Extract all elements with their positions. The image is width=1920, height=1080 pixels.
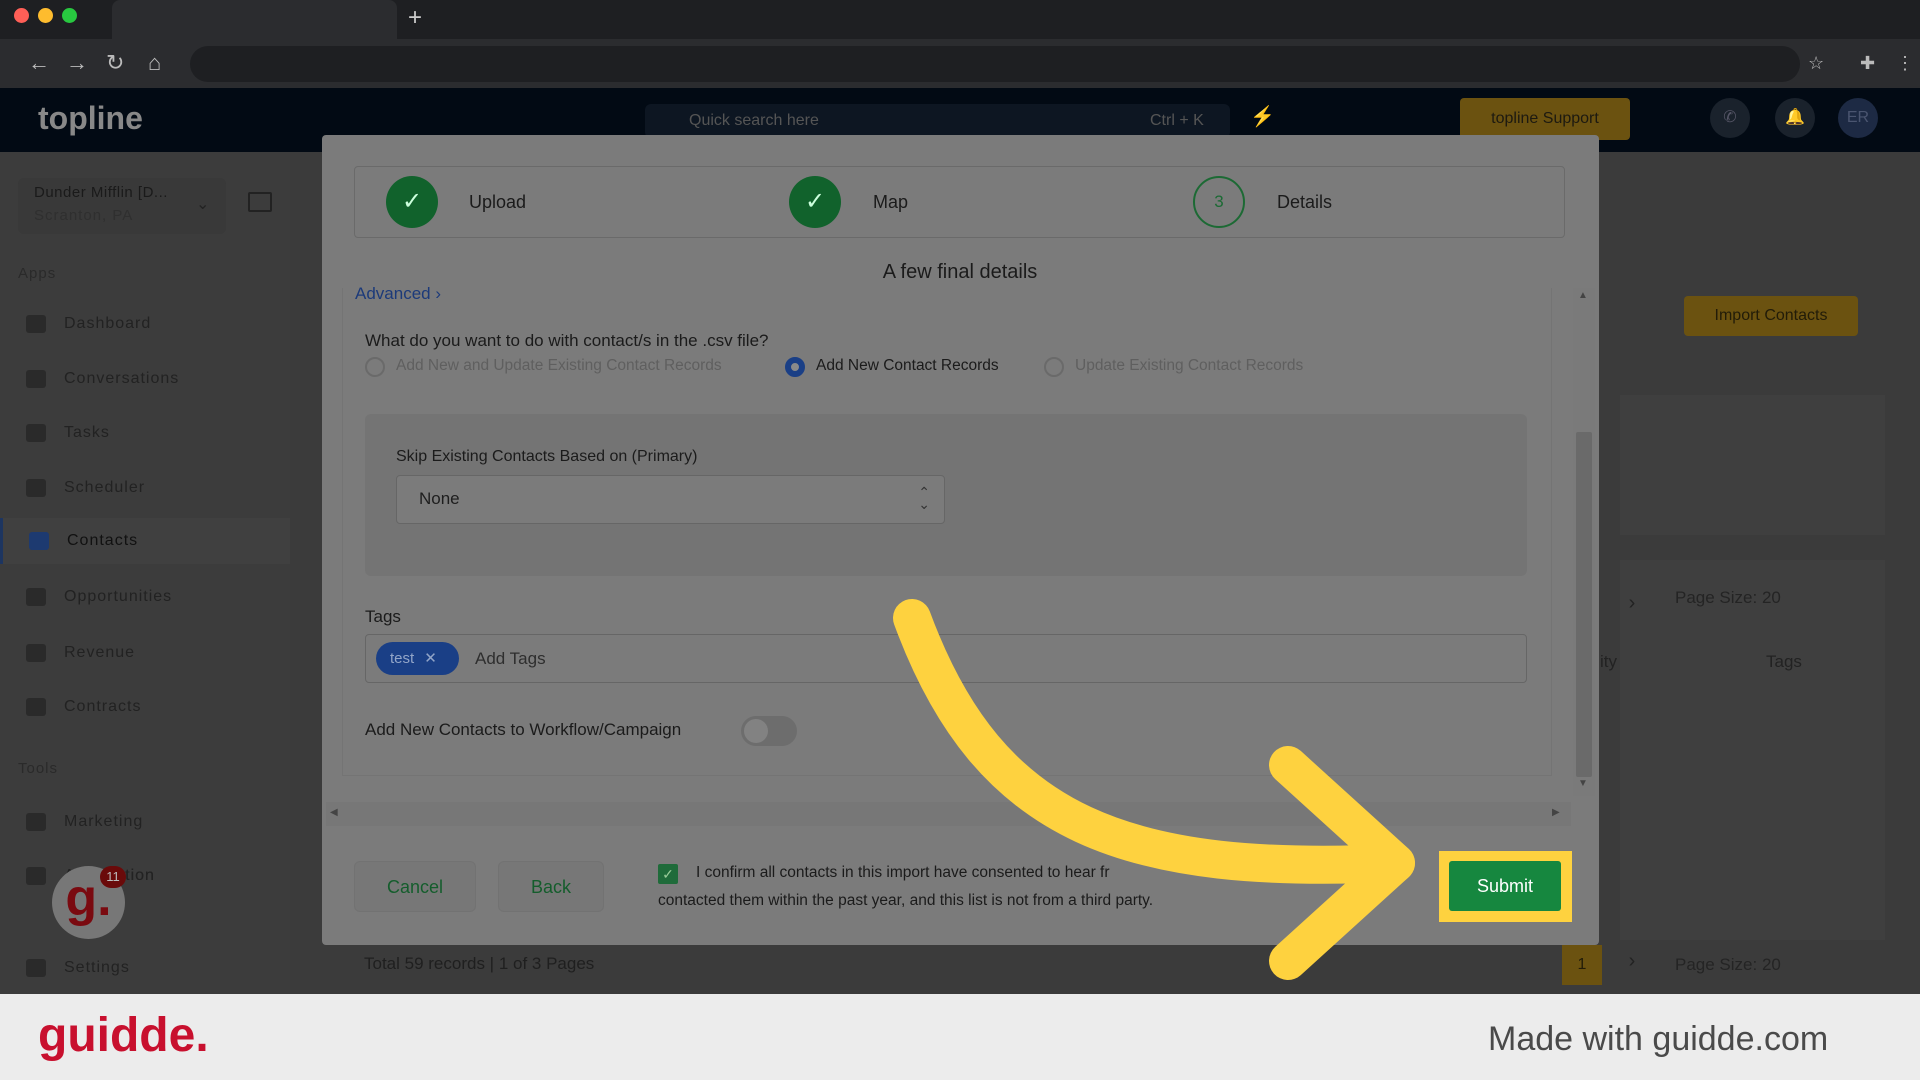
arrow-annotation xyxy=(893,599,1415,980)
arrow-curve xyxy=(893,599,1415,884)
made-with-guidde: Made with guidde.com xyxy=(1488,1020,1829,1058)
guidde-logo: guidde. xyxy=(38,1009,209,1062)
